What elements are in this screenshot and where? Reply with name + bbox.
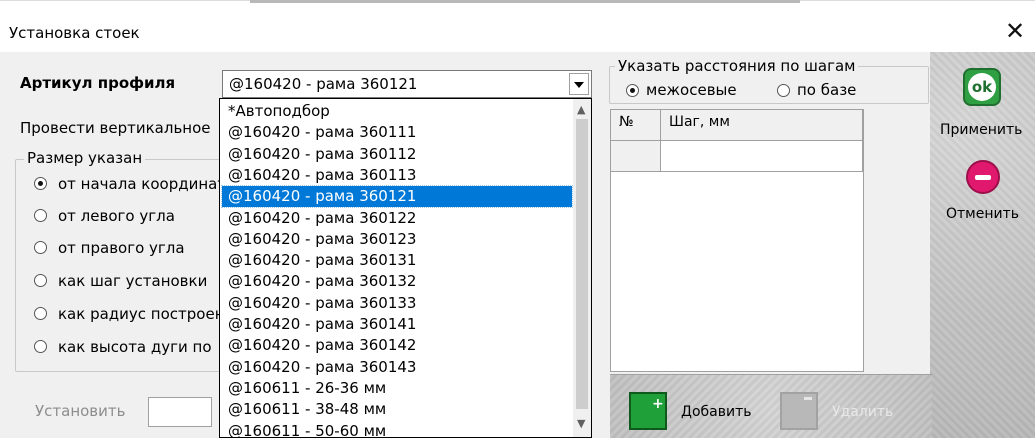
ok-icon-text: ok [968, 73, 996, 101]
scroll-down-icon[interactable]: ▼ [577, 417, 585, 430]
cancel-button-label[interactable]: Отменить [946, 206, 1019, 222]
dropdown-item[interactable]: @160420 - рама 360111 [222, 122, 572, 143]
title-bar [0, 0, 1035, 52]
window-title: Установка стоек [9, 24, 140, 42]
grid-row-header[interactable] [611, 141, 661, 172]
dropdown-item[interactable]: *Автоподбор [222, 101, 572, 122]
grid-header-number: № [611, 110, 661, 141]
radio-base-label: по базе [797, 81, 857, 99]
add-green-icon[interactable]: + [629, 392, 667, 430]
button-panel [930, 52, 1035, 438]
radio-base[interactable] [777, 84, 790, 97]
dropdown-item[interactable]: @160611 - 38-48 мм [222, 399, 572, 420]
radio-arc-height-label: как высота дуги по [58, 338, 212, 356]
add-icon-plus: + [652, 396, 664, 412]
radio-arc-height[interactable] [34, 340, 47, 353]
radio-right-corner[interactable] [34, 241, 47, 254]
delete-grey-icon [780, 392, 818, 430]
dropdown-item[interactable]: @160611 - 50-60 мм [222, 421, 572, 438]
dropdown-item[interactable]: @160420 - рама 360142 [222, 335, 572, 356]
steps-grid[interactable]: № Шаг, мм [610, 109, 864, 372]
install-label: Установить [35, 402, 126, 420]
minus-circle-icon[interactable] [966, 160, 1000, 194]
profile-combobox[interactable]: @160420 - рама 360121 [222, 70, 592, 98]
dropdown-scrollbar[interactable]: ▲ ▼ [573, 99, 591, 437]
grid-header-step: Шаг, мм [661, 110, 863, 141]
dropdown-item[interactable]: @160420 - рама 360122 [222, 208, 572, 229]
radio-axis-label: межосевые [646, 81, 737, 99]
dropdown-item[interactable]: @160611 - 26-36 мм [222, 378, 572, 399]
radio-origin[interactable] [34, 177, 47, 190]
radio-left-corner-label: от левого угла [58, 207, 175, 225]
add-button-label[interactable]: Добавить [681, 404, 751, 420]
delete-button-label: Удалить [832, 404, 894, 420]
scroll-thumb[interactable] [576, 119, 588, 409]
install-input[interactable] [148, 397, 212, 427]
vertical-label: Провести вертикальное [20, 119, 211, 137]
dropdown-item[interactable]: @160420 - рама 360132 [222, 271, 572, 292]
radio-radius-label: как радиус построения [58, 305, 244, 323]
radio-right-corner-label: от правого угла [58, 239, 185, 257]
profile-label: Артикул профиля [20, 74, 176, 92]
dropdown-item[interactable]: @160420 - рама 360141 [222, 314, 572, 335]
radio-step[interactable] [34, 274, 47, 287]
radio-step-label: как шаг установки [58, 272, 208, 290]
radio-left-corner[interactable] [34, 209, 47, 222]
dropdown-item[interactable]: @160420 - рама 360133 [222, 293, 572, 314]
dropdown-item[interactable]: @160420 - рама 360143 [222, 357, 572, 378]
scroll-up-icon[interactable]: ▲ [577, 103, 585, 116]
radio-axis[interactable] [626, 84, 639, 97]
size-group-title: Размер указан [24, 149, 146, 167]
apply-button-label[interactable]: Применить [940, 122, 1022, 138]
close-icon[interactable]: ✕ [1001, 17, 1029, 45]
dropdown-item[interactable]: @160420 - рама 360121 [221, 185, 573, 209]
radio-radius[interactable] [34, 307, 47, 320]
dropdown-item[interactable]: @160420 - рама 360112 [222, 144, 572, 165]
profile-combobox-value: @160420 - рама 360121 [229, 75, 418, 93]
ok-icon[interactable]: ok [963, 68, 1001, 106]
dropdown-item[interactable]: @160420 - рама 360123 [222, 229, 572, 250]
dropdown-item[interactable]: @160420 - рама 360113 [222, 165, 572, 186]
grid-cell-step[interactable] [661, 141, 863, 172]
radio-origin-label: от начала координат [58, 175, 227, 193]
dropdown-item[interactable]: @160420 - рама 360131 [222, 250, 572, 271]
profile-dropdown-list[interactable]: *Автоподбор @160420 - рама 360111 @160420 … [219, 98, 592, 438]
steps-group-title: Указать расстояния по шагам [615, 57, 859, 75]
top-strip [250, 0, 800, 3]
chevron-down-icon[interactable] [569, 73, 589, 95]
